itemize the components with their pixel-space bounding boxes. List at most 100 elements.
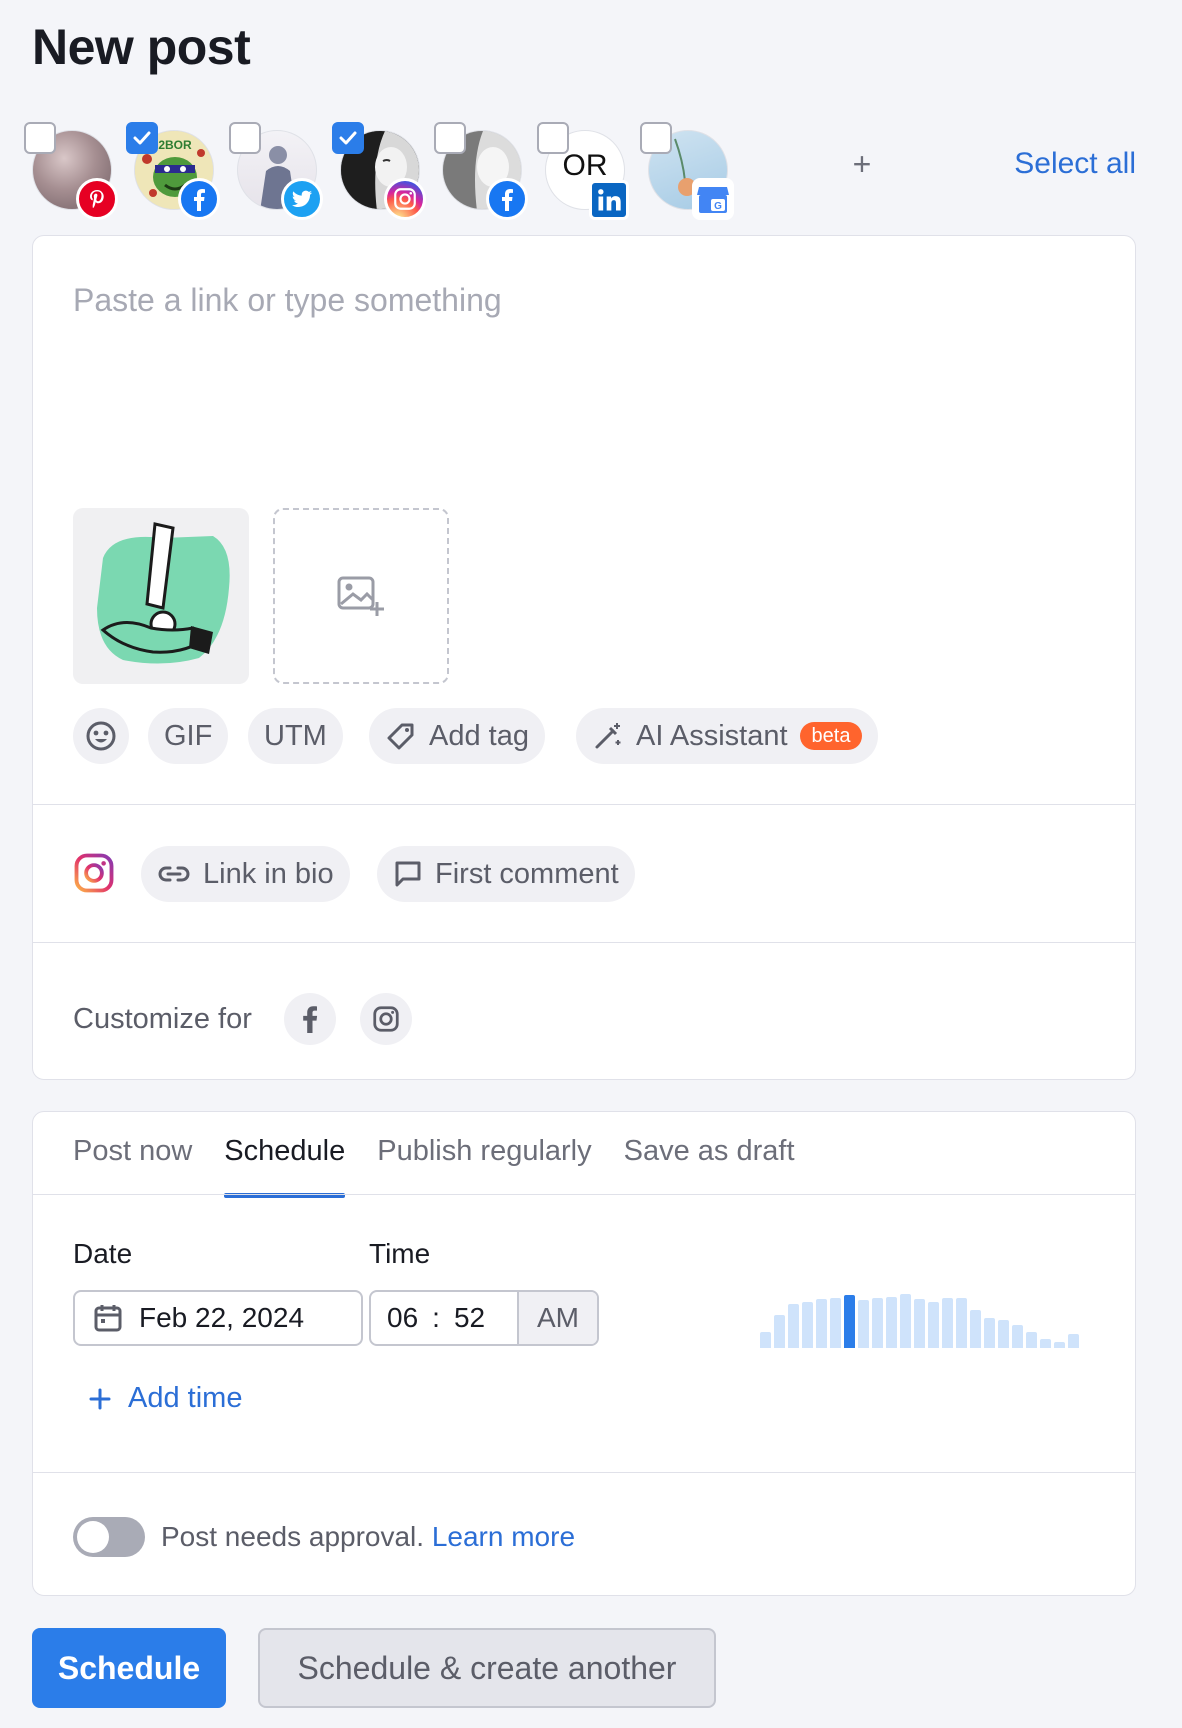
calendar-icon xyxy=(94,1305,122,1332)
divider xyxy=(33,804,1135,805)
activity-bar xyxy=(802,1302,813,1348)
schedule-card: Post now Schedule Publish regularly Save… xyxy=(32,1111,1136,1596)
minute-input[interactable]: 52 xyxy=(454,1302,485,1334)
date-picker[interactable]: Feb 22, 2024 xyxy=(73,1290,363,1346)
tab-save-as-draft[interactable]: Save as draft xyxy=(624,1112,795,1194)
instagram-icon xyxy=(373,1006,399,1032)
ampm-toggle[interactable]: AM xyxy=(517,1292,597,1344)
composer-card: Paste a link or type something GIF UTM A… xyxy=(32,235,1136,1080)
time-picker[interactable]: 06 : 52 AM xyxy=(369,1290,599,1346)
approval-text: Post needs approval. Learn more xyxy=(161,1517,575,1557)
account-checkbox[interactable] xyxy=(434,122,466,154)
beta-badge: beta xyxy=(799,722,863,750)
add-image-icon xyxy=(337,576,384,616)
time-separator: : xyxy=(432,1302,440,1333)
add-tag-label: Add tag xyxy=(429,719,529,752)
hour-input[interactable]: 06 xyxy=(387,1302,418,1334)
activity-bar xyxy=(858,1300,869,1348)
approval-label: Post needs approval. xyxy=(161,1521,425,1552)
activity-bar xyxy=(900,1294,911,1348)
time-label: Time xyxy=(369,1238,431,1269)
schedule-and-create-another-button[interactable]: Schedule & create another xyxy=(258,1628,716,1708)
ai-assistant-label: AI Assistant xyxy=(636,719,788,752)
activity-bar xyxy=(1012,1325,1023,1348)
tab-publish-regularly[interactable]: Publish regularly xyxy=(377,1112,591,1194)
activity-bar xyxy=(984,1318,995,1348)
svg-text:G: G xyxy=(714,201,722,212)
add-account-button[interactable]: + xyxy=(842,144,882,184)
publish-tabs: Post now Schedule Publish regularly Save… xyxy=(73,1112,795,1198)
activity-bar xyxy=(914,1299,925,1348)
instagram-icon xyxy=(384,178,426,220)
facebook-icon xyxy=(178,178,220,220)
account-facebook-2[interactable] xyxy=(434,122,528,220)
tab-post-now[interactable]: Post now xyxy=(73,1112,192,1194)
date-value: Feb 22, 2024 xyxy=(139,1302,305,1333)
instagram-icon xyxy=(73,852,115,899)
account-instagram[interactable] xyxy=(332,122,426,220)
post-text-input[interactable]: Paste a link or type something xyxy=(73,282,502,319)
activity-bar xyxy=(1054,1342,1065,1348)
account-twitter[interactable] xyxy=(229,122,323,220)
utm-button[interactable]: UTM xyxy=(248,708,343,764)
activity-bar xyxy=(956,1298,967,1348)
comment-icon xyxy=(395,861,421,887)
tab-schedule[interactable]: Schedule xyxy=(224,1112,345,1198)
divider xyxy=(33,1472,1135,1473)
google-business-icon: G xyxy=(692,178,734,220)
add-tag-button[interactable]: Add tag xyxy=(369,708,545,764)
account-checkbox[interactable] xyxy=(640,122,672,154)
account-checkbox-checked[interactable] xyxy=(332,122,364,154)
add-media-button[interactable] xyxy=(273,508,449,684)
schedule-button[interactable]: Schedule xyxy=(32,1628,226,1708)
activity-bar xyxy=(942,1298,953,1348)
activity-bar xyxy=(970,1310,981,1348)
activity-bar xyxy=(844,1295,855,1348)
avatar-text: 2BOR xyxy=(158,138,192,152)
ai-assistant-button[interactable]: AI Assistant beta xyxy=(576,708,879,764)
linkedin-icon xyxy=(589,180,629,220)
divider xyxy=(33,942,1135,943)
twitter-icon xyxy=(281,178,323,220)
gif-button[interactable]: GIF xyxy=(148,708,229,764)
divider xyxy=(33,1194,1135,1195)
activity-bar xyxy=(774,1315,785,1348)
activity-bar xyxy=(998,1320,1009,1348)
learn-more-link[interactable]: Learn more xyxy=(432,1521,575,1552)
activity-bar xyxy=(1040,1339,1051,1348)
activity-bar xyxy=(928,1302,939,1348)
account-checkbox[interactable] xyxy=(537,122,569,154)
activity-bar xyxy=(886,1297,897,1348)
utm-label: UTM xyxy=(264,719,327,752)
gif-label: GIF xyxy=(164,719,213,752)
first-comment-button[interactable]: First comment xyxy=(377,846,635,902)
emoji-icon xyxy=(86,721,116,751)
link-in-bio-button[interactable]: Link in bio xyxy=(141,846,350,902)
facebook-icon xyxy=(486,178,528,220)
account-google-business[interactable]: G xyxy=(640,122,734,220)
account-checkbox[interactable] xyxy=(24,122,56,154)
customize-facebook-button[interactable] xyxy=(284,993,336,1045)
add-time-button[interactable]: Add time xyxy=(88,1382,242,1415)
approval-toggle[interactable] xyxy=(73,1517,145,1557)
add-time-label: Add time xyxy=(128,1382,243,1414)
account-facebook[interactable]: 2BOR xyxy=(126,122,220,220)
plus-icon xyxy=(89,1388,111,1409)
select-all-link[interactable]: Select all xyxy=(1014,144,1136,184)
link-in-bio-label: Link in bio xyxy=(203,857,334,890)
activity-bar xyxy=(788,1304,799,1348)
activity-bar xyxy=(830,1298,841,1348)
customize-instagram-button[interactable] xyxy=(360,993,412,1045)
date-label: Date xyxy=(73,1238,133,1269)
facebook-icon xyxy=(303,1006,318,1033)
media-thumbnail[interactable] xyxy=(73,508,249,684)
link-icon xyxy=(158,866,190,882)
account-checkbox-checked[interactable] xyxy=(126,122,158,154)
account-checkbox[interactable] xyxy=(229,122,261,154)
exclamation-illustration xyxy=(97,522,230,664)
activity-bar xyxy=(1026,1332,1037,1348)
account-linkedin[interactable]: OR xyxy=(537,122,629,220)
account-pinterest[interactable] xyxy=(24,122,118,220)
emoji-button[interactable] xyxy=(73,708,129,764)
pinterest-icon xyxy=(76,178,118,220)
